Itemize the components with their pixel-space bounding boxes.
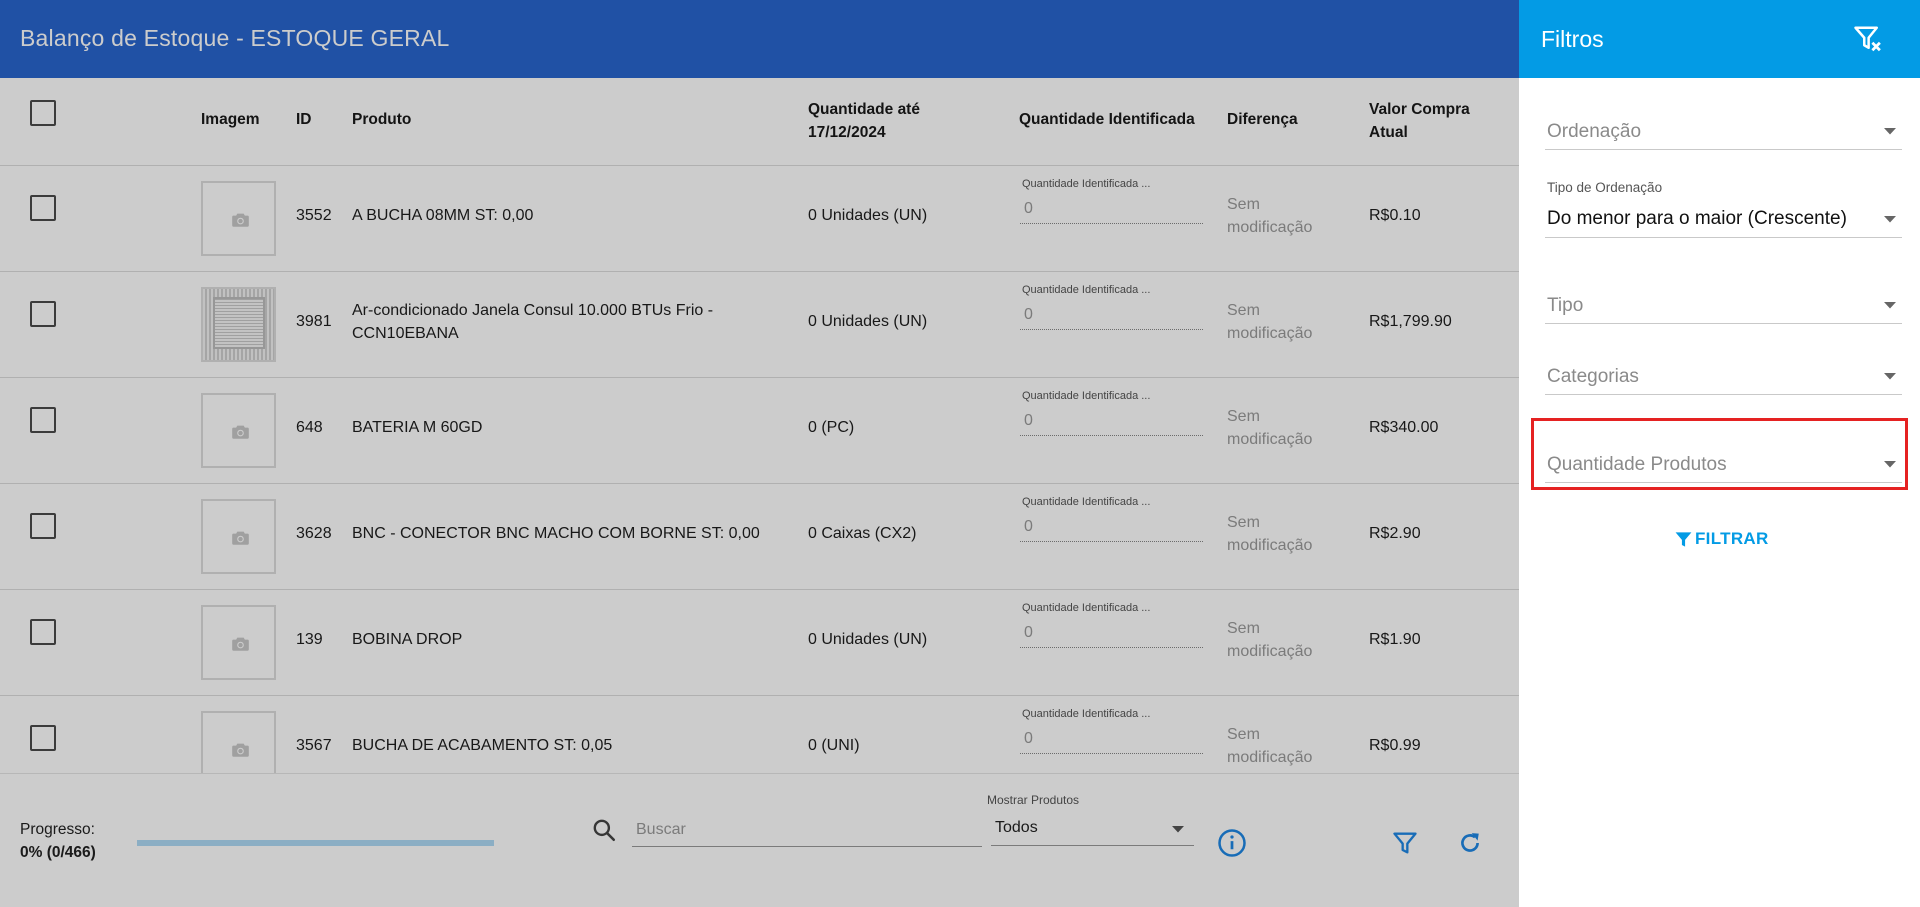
order-type-value: Do menor para o maior (Crescente) [1547, 208, 1847, 229]
filter-panel-title: Filtros [1541, 26, 1604, 52]
caret-down-icon [1884, 216, 1896, 223]
order-type-label: Tipo de Ordenação [1547, 180, 1663, 195]
caret-down-icon [1884, 302, 1896, 309]
ordering-select[interactable]: Ordenação [1545, 112, 1902, 150]
highlight-box [1531, 418, 1908, 490]
stock-balance-page: Balanço de Estoque - ESTOQUE GERAL Image… [0, 0, 1519, 907]
categories-placeholder: Categorias [1547, 366, 1639, 387]
clear-filter-icon[interactable] [1853, 24, 1883, 54]
caret-down-icon [1884, 128, 1896, 135]
caret-down-icon [1884, 373, 1896, 380]
filter-funnel-icon [1675, 532, 1692, 547]
ordering-placeholder: Ordenação [1547, 121, 1642, 142]
apply-filter-label: FILTRAR [1695, 529, 1769, 548]
modal-backdrop[interactable] [0, 0, 1519, 907]
categories-select[interactable]: Categorias [1545, 357, 1902, 395]
order-type-select[interactable]: Tipo de Ordenação Do menor para o maior … [1545, 176, 1902, 238]
type-select[interactable]: Tipo [1545, 286, 1902, 324]
filter-panel-header: Filtros [1519, 0, 1920, 78]
type-placeholder: Tipo [1547, 295, 1584, 316]
